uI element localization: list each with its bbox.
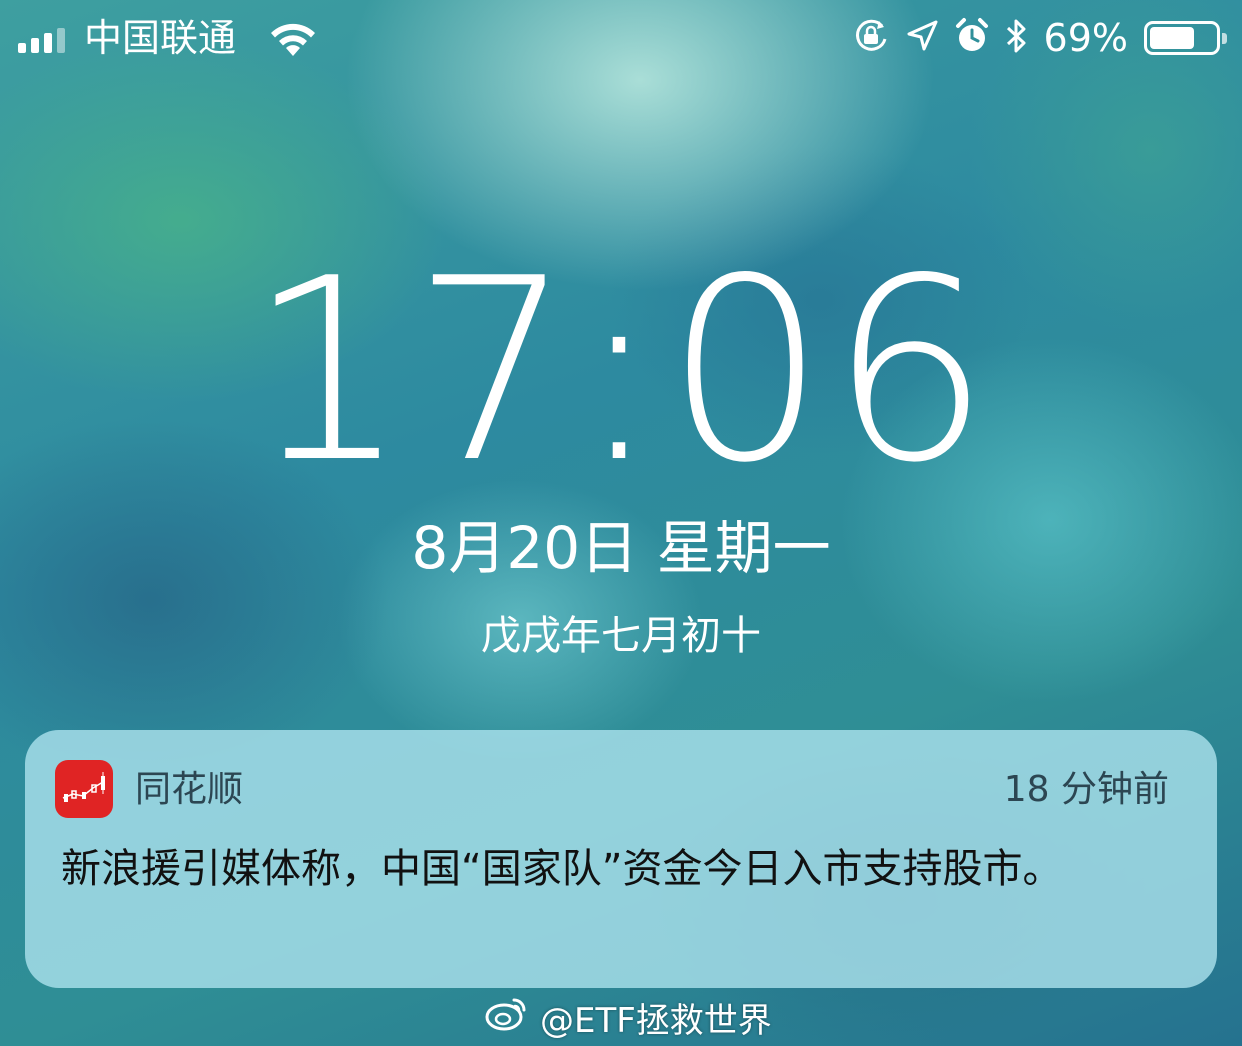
status-bar: 中国联通 69%	[0, 0, 1242, 78]
location-arrow-icon	[904, 18, 940, 58]
carrier-name: 中国联通	[84, 16, 237, 60]
lunar-date: 戊戌年七月初十	[481, 613, 761, 659]
orientation-lock-icon	[852, 17, 890, 59]
notification-card[interactable]: 同花顺 18 分钟前 新浪援引媒体称，中国“国家队”资金今日入市支持股市。	[25, 730, 1217, 988]
lockscreen-date: 8月20日 星期一	[411, 514, 831, 582]
battery-icon	[1144, 21, 1227, 55]
watermark-text: @ETF拯救世界	[540, 1000, 772, 1041]
battery-fill	[1150, 27, 1194, 49]
notification-body: 新浪援引媒体称，中国“国家队”资金今日入市支持股市。	[61, 846, 1063, 892]
notification-time: 18 分钟前	[1003, 769, 1169, 810]
lockscreen-clock: 17:06	[247, 225, 995, 518]
wifi-icon	[268, 22, 318, 62]
status-right: 69%	[852, 14, 1227, 62]
notification-app-name: 同花顺	[135, 769, 244, 810]
battery-percent: 69%	[1043, 16, 1128, 60]
bluetooth-icon	[1004, 17, 1030, 59]
alarm-icon	[954, 17, 990, 59]
tonghuashun-app-icon	[55, 760, 113, 818]
watermark: @ETF拯救世界	[484, 994, 772, 1041]
signal-icon	[18, 27, 65, 53]
weibo-icon	[484, 994, 530, 1041]
